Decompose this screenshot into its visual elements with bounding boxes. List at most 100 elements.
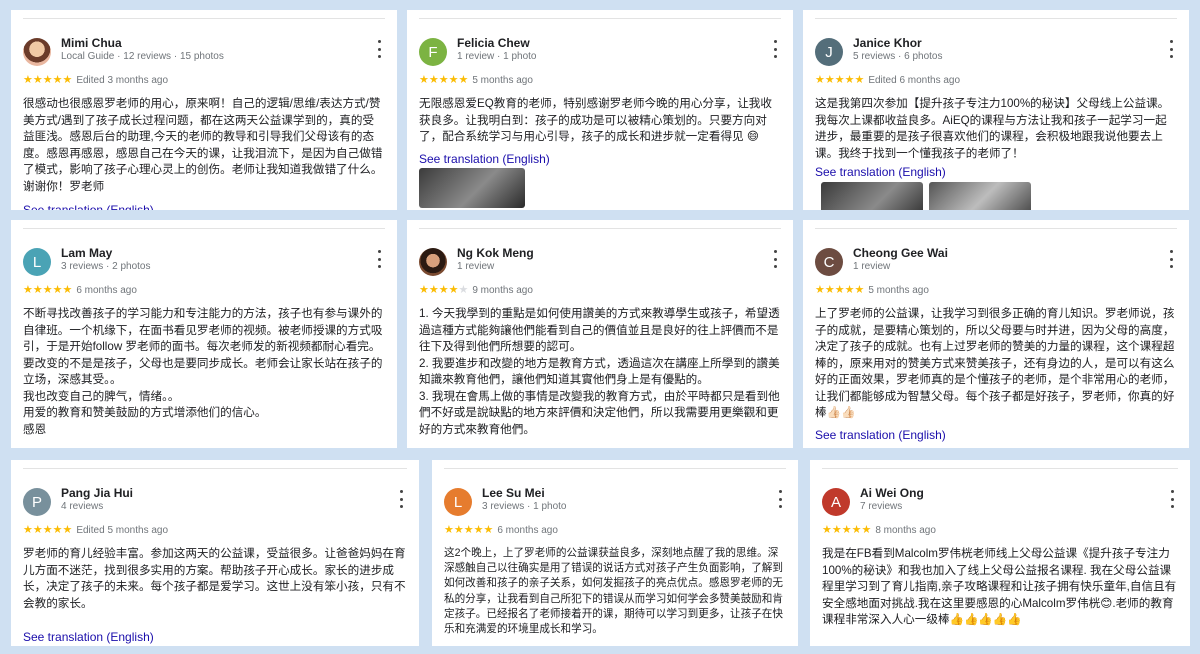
- more-options-icon[interactable]: [769, 40, 781, 58]
- rating-row: ★★★★★ 6 months ago: [23, 283, 137, 296]
- review-paragraph: 3. 我現在會馬上做的事情是改變我的教育方式，由於平時都只是看到他們不好或是說缺…: [419, 389, 780, 436]
- review-paragraph: 我是在FB看到Malcolm罗伟桄老师线上父母公益课《提升孩子专注力100%的秘…: [822, 547, 1177, 626]
- reviewer-name[interactable]: Pang Jia Hui: [61, 486, 133, 500]
- review-date: Edited 6 months ago: [868, 75, 961, 86]
- star-rating: ★★★★★: [815, 284, 865, 296]
- review-paragraph: 不断寻找改善孩子的学习能力和专注能力的方法，孩子也有参与课外的自律班。一个机缘下…: [23, 307, 383, 386]
- reviewer-name[interactable]: Janice Khor: [853, 36, 922, 50]
- reviewer-meta: 3 reviews · 2 photos: [61, 261, 151, 272]
- avatar[interactable]: C: [815, 248, 843, 276]
- reviewer-meta: 4 reviews: [61, 501, 104, 512]
- review-date: 9 months ago: [472, 285, 533, 296]
- see-translation-link[interactable]: See translation (English): [23, 630, 154, 644]
- more-options-icon[interactable]: [373, 250, 385, 268]
- reviewer-name[interactable]: Cheong Gee Wai: [853, 246, 948, 260]
- more-options-icon[interactable]: [1166, 490, 1178, 508]
- review-paragraph: 罗老师的育儿经验丰富。参加这两天的公益课，受益很多。让爸爸妈妈在育儿方面不迷茫，…: [23, 547, 406, 610]
- rating-row: ★★★★★ Edited 3 months ago: [23, 73, 168, 86]
- avatar-initial: P: [31, 493, 42, 511]
- more-options-icon[interactable]: [373, 40, 385, 58]
- more-options-icon[interactable]: [1165, 250, 1177, 268]
- rating-row: ★★★★★ 6 months ago: [444, 523, 558, 536]
- review-text: 这是我第四次参加【提升孩子专注力100%的秘诀】父母线上公益课。我每次上课都收益…: [815, 96, 1177, 162]
- star-rating: ★★★★★: [419, 284, 468, 296]
- star-rating: ★★★★★: [815, 74, 865, 86]
- avatar[interactable]: F: [419, 38, 447, 66]
- star-rating: ★★★★★: [419, 74, 469, 86]
- reviewer-name[interactable]: Mimi Chua: [61, 36, 122, 50]
- avatar-initial: A: [830, 493, 841, 511]
- rating-row: ★★★★★ 9 months ago: [419, 283, 533, 296]
- star-rating: ★★★★★: [822, 524, 872, 536]
- review-paragraph: 这2个晚上，上了罗老师的公益课获益良多，深刻地点醒了我的思维。深深感触自己以往确…: [444, 547, 783, 636]
- review-text: 上了罗老师的公益课，让我学习到很多正确的育儿知识。罗老师说，孩子的成就，是要精心…: [815, 306, 1177, 422]
- review-text: 很感动也很感恩罗老师的用心，原来啊！自己的逻辑/思维/表达方式/赞美方式/遇到了…: [23, 96, 385, 195]
- reviewer-name[interactable]: Ai Wei Ong: [860, 486, 924, 500]
- stars-filled: ★★★★: [419, 284, 459, 296]
- avatar[interactable]: L: [444, 488, 472, 516]
- rating-row: ★★★★★ 5 months ago: [419, 73, 533, 86]
- review-date: 5 months ago: [868, 285, 929, 296]
- review-text: 不断寻找改善孩子的学习能力和专注能力的方法，孩子也有参与课外的自律班。一个机缘下…: [23, 306, 385, 438]
- more-options-icon[interactable]: [395, 490, 407, 508]
- review-photo[interactable]: [929, 182, 1031, 210]
- review-paragraph: 1. 今天我學到的重點是如何使用讚美的方式來教導學生或孩子，希望透過這種方式能夠…: [419, 307, 780, 353]
- review-date: 6 months ago: [497, 525, 558, 536]
- more-options-icon[interactable]: [769, 250, 781, 268]
- review-card: F Felicia Chew 1 review · 1 photo ★★★★★ 5…: [407, 10, 793, 210]
- avatar-initial: F: [428, 43, 438, 61]
- reviewer-name[interactable]: Lam May: [61, 246, 112, 260]
- avatar[interactable]: J: [815, 38, 843, 66]
- review-card: L Lee Su Mei 3 reviews · 1 photo ★★★★★ 6 …: [432, 460, 798, 646]
- review-date: Edited 5 months ago: [76, 525, 169, 536]
- see-translation-link[interactable]: See translation (English): [815, 428, 946, 442]
- avatar-initial: L: [453, 493, 463, 511]
- reviewer-meta: 5 reviews · 6 photos: [853, 51, 943, 62]
- review-text: 无限感恩爱EQ教育的老师，特别感谢罗老师今晚的用心分享，让我收获良多。让我明白到…: [419, 96, 781, 146]
- avatar[interactable]: [23, 38, 51, 66]
- rating-row: ★★★★★ 8 months ago: [822, 523, 936, 536]
- review-paragraph: 这是我第四次参加【提升孩子专注力100%的秘诀】父母线上公益课。我每次上课都收益…: [815, 97, 1170, 160]
- reviewer-name[interactable]: Lee Su Mei: [482, 486, 545, 500]
- review-card: P Pang Jia Hui 4 reviews ★★★★★ Edited 5 m…: [11, 460, 419, 646]
- review-card: L Lam May 3 reviews · 2 photos ★★★★★ 6 mo…: [11, 220, 397, 448]
- reviewer-meta: 1 review · 1 photo: [457, 51, 537, 62]
- review-paragraph: 无限感恩爱EQ教育的老师，特别感谢罗老师今晚的用心分享，让我收获良多。让我明白到…: [419, 97, 772, 143]
- see-translation-link[interactable]: See translation (English): [23, 203, 154, 210]
- review-paragraph: 用爱的教育和赞美鼓励的方式增添他们的信心。: [23, 406, 267, 419]
- reviewer-name[interactable]: Ng Kok Meng: [457, 246, 534, 260]
- avatar[interactable]: A: [822, 488, 850, 516]
- review-paragraph: 很感动也很感恩罗老师的用心，原来啊！自己的逻辑/思维/表达方式/赞美方式/遇到了…: [23, 97, 383, 193]
- reviewer-meta: 7 reviews: [860, 501, 903, 512]
- avatar[interactable]: [419, 248, 447, 276]
- avatar-initial: J: [825, 43, 833, 61]
- rating-row: ★★★★★ Edited 5 months ago: [23, 523, 168, 536]
- review-card: A Ai Wei Ong 7 reviews ★★★★★ 8 months ago…: [810, 460, 1190, 646]
- review-date: 6 months ago: [76, 285, 137, 296]
- see-translation-link[interactable]: See translation (English): [419, 152, 550, 166]
- review-text: 罗老师的育儿经验丰富。参加这两天的公益课，受益很多。让爸爸妈妈在育儿方面不迷茫，…: [23, 546, 407, 612]
- star-rating: ★★★★★: [23, 284, 73, 296]
- avatar[interactable]: L: [23, 248, 51, 276]
- review-photo[interactable]: [821, 182, 923, 210]
- avatar[interactable]: P: [23, 488, 51, 516]
- more-options-icon[interactable]: [1165, 40, 1177, 58]
- stars-empty: ★: [458, 284, 469, 296]
- review-card: Ng Kok Meng 1 review ★★★★★ 9 months ago 1…: [407, 220, 793, 448]
- review-text: 我是在FB看到Malcolm罗伟桄老师线上父母公益课《提升孩子专注力100%的秘…: [822, 546, 1178, 629]
- review-paragraph: 感恩: [23, 422, 47, 436]
- reviewer-meta: Local Guide · 12 reviews · 15 photos: [61, 51, 224, 62]
- reviewer-name[interactable]: Felicia Chew: [457, 36, 530, 50]
- review-date: 8 months ago: [875, 525, 936, 536]
- see-translation-link[interactable]: See translation (English): [815, 165, 946, 179]
- star-rating: ★★★★★: [444, 524, 494, 536]
- review-text: 这2个晚上，上了罗老师的公益课获益良多，深刻地点醒了我的思维。深深感触自己以往确…: [444, 546, 786, 637]
- more-options-icon[interactable]: [774, 490, 786, 508]
- star-rating: ★★★★★: [23, 524, 73, 536]
- reviewer-meta: 3 reviews · 1 photo: [482, 501, 567, 512]
- review-text: 1. 今天我學到的重點是如何使用讚美的方式來教導學生或孩子，希望透過這種方式能夠…: [419, 306, 781, 438]
- rating-row: ★★★★★ Edited 6 months ago: [815, 73, 960, 86]
- review-paragraph: 我也改变自己的脾气，情绪。。: [23, 389, 180, 403]
- review-photo[interactable]: [419, 168, 525, 208]
- review-card: Mimi Chua Local Guide · 12 reviews · 15 …: [11, 10, 397, 210]
